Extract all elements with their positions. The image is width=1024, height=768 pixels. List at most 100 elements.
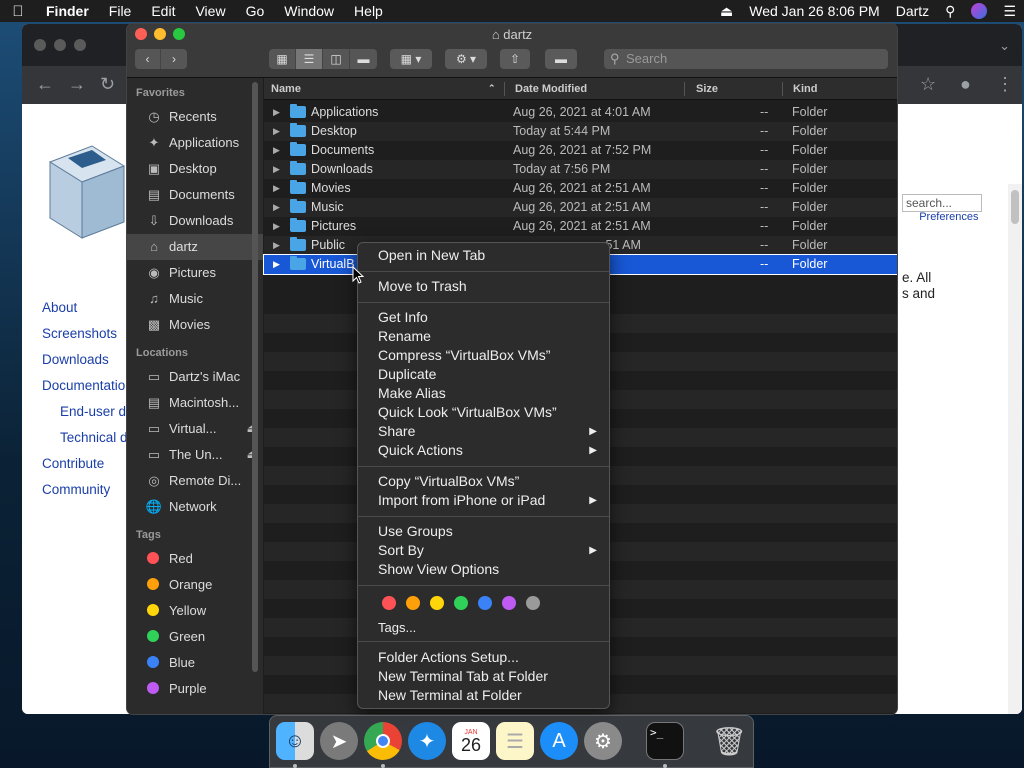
sidebar-item-imac[interactable]: ▭ Dartz's iMac [127,364,263,390]
chrome-icon[interactable] [364,722,402,760]
safari-icon[interactable]: ✦ [408,722,446,760]
disclosure-triangle-icon[interactable]: ▶ [273,221,280,232]
spotlight-icon[interactable]: ⚲ [937,3,963,20]
menu-item-quick-actions[interactable]: Quick Actions ▶ [378,441,597,460]
table-row[interactable]: ▶ Movies Aug 26, 2021 at 2:51 AM -- Folder [264,179,897,198]
menu-finder[interactable]: Finder [36,3,99,19]
action-button[interactable]: ⚙ ▾ [445,49,487,69]
nav-about[interactable]: About [42,300,133,326]
disclosure-triangle-icon[interactable]: ▶ [273,145,280,156]
calendar-icon[interactable]: JAN 26 [452,722,490,760]
menu-go[interactable]: Go [236,3,275,19]
menu-file[interactable]: File [99,3,142,19]
sidebar-item-tag-purple[interactable]: Purple [127,676,263,702]
column-divider[interactable] [782,82,783,96]
disclosure-triangle-icon[interactable]: ▶ [273,183,280,194]
sidebar-item-dartz[interactable]: ⌂ dartz [127,234,263,260]
preferences-link[interactable]: Preferences [919,211,978,223]
notes-icon[interactable]: ☰ [496,722,534,760]
zoom-dot[interactable] [74,39,86,51]
tag-green-dot-icon[interactable] [454,596,468,610]
group-button[interactable]: ▦ ▾ [390,49,432,69]
menu-item-share[interactable]: Share ▶ [378,422,597,441]
sidebar-item-applications[interactable]: ✦ Applications [127,130,263,156]
chevron-down-icon[interactable]: ⌄ [999,38,1010,54]
nav-documentation[interactable]: Documentation [42,378,133,404]
finder-icon[interactable]: ☺ [276,722,314,760]
site-search-input[interactable]: search... [902,194,982,212]
profile-icon[interactable]: ● [960,74,971,95]
menubar-clock[interactable]: Wed Jan 26 8:06 PM [741,3,887,19]
column-divider[interactable] [504,82,505,96]
list-view-icon[interactable]: ☰ [296,49,323,69]
gallery-view-icon[interactable]: ▬ [350,49,377,69]
share-button[interactable]: ⇧ [500,49,530,69]
back-icon[interactable]: ← [36,74,54,95]
sidebar-item-tag-orange[interactable]: Orange [127,572,263,598]
column-divider[interactable] [684,82,685,96]
icon-view-icon[interactable]: ▦ [269,49,296,69]
apple-icon[interactable]:  [0,3,36,20]
menu-item-show-view-options[interactable]: Show View Options [378,560,597,579]
forward-button[interactable]: › [161,49,187,69]
sidebar-item-tag-yellow[interactable]: Yellow [127,598,263,624]
trash-icon[interactable]: 🗑 [710,722,748,760]
nav-community[interactable]: Community [42,482,133,508]
close-dot[interactable] [34,39,46,51]
tag-yellow-dot-icon[interactable] [430,596,444,610]
scroll-thumb[interactable] [1011,190,1019,224]
reload-icon[interactable]: ↻ [100,74,115,95]
system-preferences-icon[interactable]: ⚙ [584,722,622,760]
menu-help[interactable]: Help [344,3,393,19]
table-row[interactable]: ▶ Downloads Today at 7:56 PM -- Folder [264,160,897,179]
disclosure-triangle-icon[interactable]: ▶ [273,107,280,118]
sidebar-item-tag-green[interactable]: Green [127,624,263,650]
menu-item-quick-look[interactable]: Quick Look “VirtualBox VMs” [378,403,597,422]
column-view-icon[interactable]: ◫ [323,49,350,69]
menu-item-tags[interactable]: Tags... [378,618,597,637]
sidebar-item-desktop[interactable]: ▣ Desktop [127,156,263,182]
menu-item-move-to-trash[interactable]: Move to Trash [378,277,597,296]
sidebar-item-documents[interactable]: ▤ Documents [127,182,263,208]
terminal-icon[interactable]: >_ [646,722,684,760]
menu-window[interactable]: Window [274,3,344,19]
sidebar-item-music[interactable]: ♫ Music [127,286,263,312]
menu-item-sort-by[interactable]: Sort By ▶ [378,541,597,560]
tag-red-dot-icon[interactable] [382,596,396,610]
table-row[interactable]: ▶ Applications Aug 26, 2021 at 4:01 AM -- Fo… [264,103,897,122]
forward-icon[interactable]: → [68,74,86,95]
menu-edit[interactable]: Edit [141,3,185,19]
table-row[interactable]: ▶ Documents Aug 26, 2021 at 7:52 PM -- Folde… [264,141,897,160]
column-header-name[interactable]: Name [271,83,301,95]
menu-item-open-new-tab[interactable]: Open in New Tab [378,246,597,265]
menu-item-get-info[interactable]: Get Info [378,308,597,327]
disclosure-triangle-icon[interactable]: ▶ [273,164,280,175]
browser-scrollbar[interactable] [1008,184,1022,714]
minimize-dot[interactable] [54,39,66,51]
disclosure-triangle-icon[interactable]: ▶ [273,259,280,270]
siri-icon[interactable] [971,3,988,19]
sidebar-item-downloads[interactable]: ⇩ Downloads [127,208,263,234]
column-header-date[interactable]: Date Modified [515,83,587,95]
menu-item-new-terminal-tab[interactable]: New Terminal Tab at Folder [378,667,597,686]
sidebar-item-virtual[interactable]: ▭Virtual...⏏ [127,416,263,442]
tag-button[interactable]: ▬ [545,49,577,69]
menu-item-duplicate[interactable]: Duplicate [378,365,597,384]
disclosure-triangle-icon[interactable]: ▶ [273,202,280,213]
menu-item-folder-actions[interactable]: Folder Actions Setup... [378,648,597,667]
more-icon[interactable]: ⋮ [996,74,1014,95]
sidebar-item-the-un[interactable]: ▭The Un...⏏ [127,442,263,468]
menu-item-compress[interactable]: Compress “VirtualBox VMs” [378,346,597,365]
table-row[interactable]: ▶ Desktop Today at 5:44 PM -- Folder [264,122,897,141]
table-row[interactable]: ▶ Music Aug 26, 2021 at 2:51 AM -- Folder [264,198,897,217]
disclosure-triangle-icon[interactable]: ▶ [273,240,280,251]
nav-technical[interactable]: Technical d [42,430,133,456]
eject-icon[interactable]: ⏏ [712,3,741,20]
star-icon[interactable]: ☆ [920,74,936,95]
disclosure-triangle-icon[interactable]: ▶ [273,126,280,137]
sidebar-item-tag-blue[interactable]: Blue [127,650,263,676]
sidebar-item-macintosh-hd[interactable]: ▤ Macintosh... [127,390,263,416]
column-header-kind[interactable]: Kind [793,83,817,95]
tag-purple-dot-icon[interactable] [502,596,516,610]
menu-item-copy[interactable]: Copy “VirtualBox VMs” [378,472,597,491]
